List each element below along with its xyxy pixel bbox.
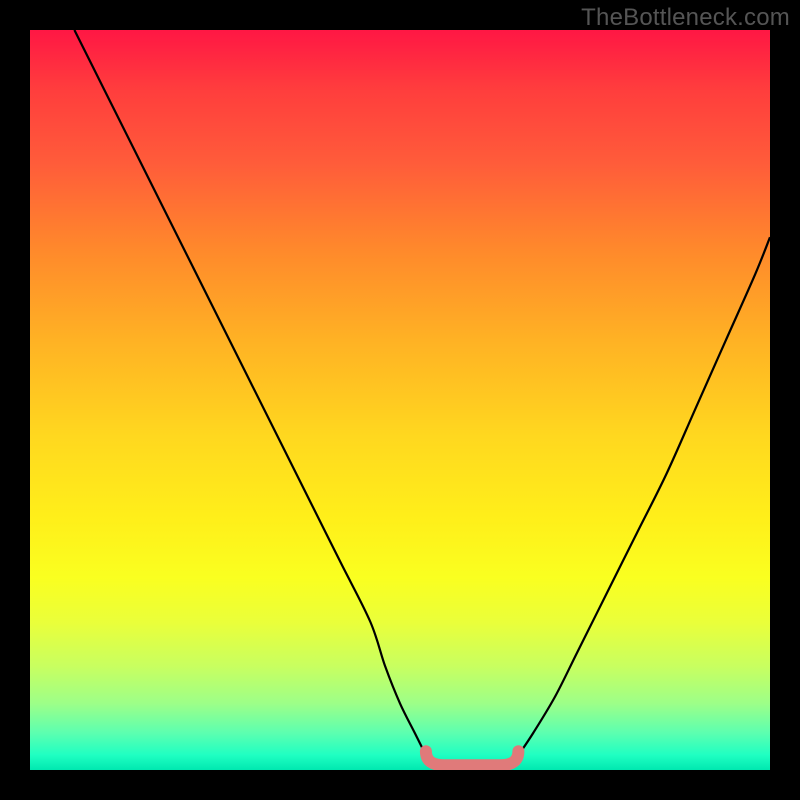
- curve-left: [74, 30, 426, 755]
- watermark-text: TheBottleneck.com: [581, 4, 790, 32]
- curve-right: [518, 237, 770, 755]
- curve-layer: [30, 30, 770, 770]
- plot-area: [30, 30, 770, 770]
- chart-frame: TheBottleneck.com: [0, 0, 800, 800]
